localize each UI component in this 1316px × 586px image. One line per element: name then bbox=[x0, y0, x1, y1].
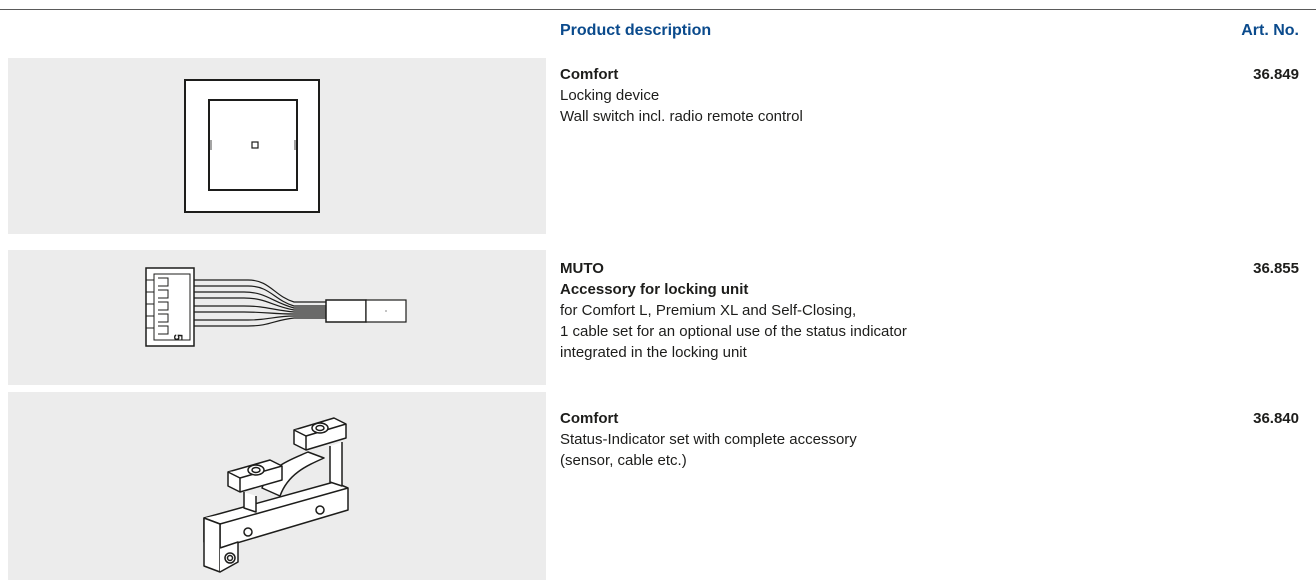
product-line: Locking device bbox=[560, 87, 660, 104]
product-image-cell bbox=[8, 392, 546, 580]
product-line: 1 cable set for an optional use of the s… bbox=[560, 323, 907, 340]
cable-set-icon: 5 bbox=[145, 267, 407, 347]
wall-switch-icon bbox=[184, 79, 320, 213]
product-line: for Comfort L, Premium XL and Self-Closi… bbox=[560, 302, 857, 319]
art-no: 36.855 bbox=[1253, 260, 1299, 277]
table-header: Product description Art. No. bbox=[0, 10, 1316, 58]
product-table-page: Product description Art. No. Comfort Loc… bbox=[0, 0, 1316, 586]
product-line: (sensor, cable etc.) bbox=[560, 452, 687, 469]
art-no-heading: Art. No. bbox=[1241, 22, 1299, 39]
product-image-cell bbox=[8, 58, 546, 234]
status-indicator-icon bbox=[203, 417, 349, 573]
product-line: Status-Indicator set with complete acces… bbox=[560, 431, 857, 448]
connector-label: 5 bbox=[171, 334, 185, 341]
product-description: Comfort Status-Indicator set with comple… bbox=[560, 408, 1160, 471]
product-image-cell: 5 bbox=[8, 250, 546, 385]
product-title: MUTO bbox=[560, 260, 604, 277]
product-title: Comfort bbox=[560, 410, 619, 427]
product-row-2: 5 MUTO Accessory for locking unit for Co… bbox=[0, 250, 1316, 385]
product-row-3: Comfort Status-Indicator set with comple… bbox=[0, 392, 1316, 580]
product-description-heading: Product description bbox=[560, 22, 712, 39]
product-line: Wall switch incl. radio remote control bbox=[560, 108, 803, 125]
product-description: MUTO Accessory for locking unit for Comf… bbox=[560, 258, 1160, 363]
product-title: Comfort bbox=[560, 66, 619, 83]
art-no: 36.849 bbox=[1253, 66, 1299, 83]
product-subtitle: Accessory for locking unit bbox=[560, 281, 749, 298]
product-line: integrated in the locking unit bbox=[560, 344, 747, 361]
product-row-1: Comfort Locking device Wall switch incl.… bbox=[0, 58, 1316, 234]
art-no: 36.840 bbox=[1253, 410, 1299, 427]
product-description: Comfort Locking device Wall switch incl.… bbox=[560, 64, 1160, 127]
